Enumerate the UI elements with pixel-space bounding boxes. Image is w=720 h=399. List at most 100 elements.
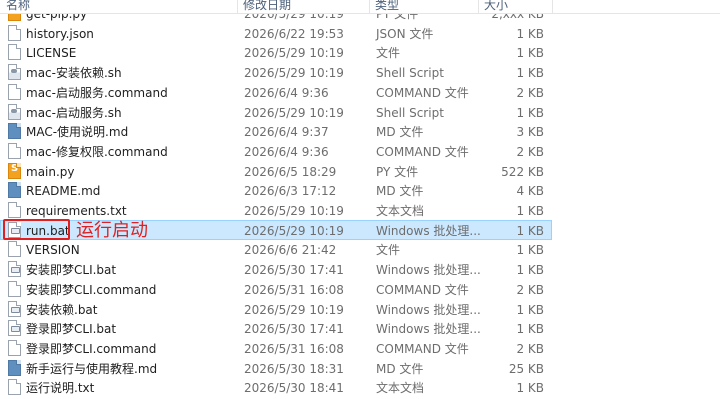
annotation-label: 运行启动 [76, 220, 148, 241]
file-name: history.json [26, 26, 94, 41]
file-row[interactable]: mac-安装依赖.sh 2026/5/29 10:19 Shell Script 1 … [0, 62, 552, 82]
file-size: 3 KB [516, 125, 544, 140]
file-size: 1 KB [516, 66, 544, 81]
py-file-icon [8, 162, 21, 179]
batch-file-icon [8, 320, 21, 337]
file-type: 文件 [376, 46, 401, 61]
column-divider[interactable] [369, 0, 370, 13]
file-date: 2026/5/30 17:41 [244, 263, 344, 278]
column-date-header[interactable]: 修改日期 [243, 0, 291, 13]
file-date: 2026/6/6 21:42 [244, 243, 337, 258]
file-type: 文件 [376, 243, 401, 258]
script-file-icon [8, 103, 21, 120]
file-date: 2026/5/31 16:08 [244, 341, 344, 356]
file-icon [8, 202, 21, 218]
file-row[interactable]: 新手运行与使用教程.md 2026/5/30 18:31 MD 文件 25 KB [0, 358, 552, 378]
file-date: 2026/5/29 10:19 [244, 204, 344, 218]
file-date: 2026/5/29 10:19 [244, 302, 344, 317]
column-divider[interactable] [552, 0, 553, 13]
column-divider[interactable] [237, 0, 238, 13]
markdown-file-icon [8, 359, 21, 376]
file-name: LICENSE [26, 46, 77, 61]
file-row[interactable]: mac-启动服务.command 2026/6/4 9:36 COMMAND 文件 2… [0, 82, 552, 102]
file-name: 安装依赖.bat [26, 302, 98, 317]
file-name: mac-安装依赖.sh [26, 66, 122, 81]
file-type: 文本文档 [376, 381, 425, 396]
file-type: MD 文件 [376, 184, 424, 199]
batch-file-icon [8, 261, 21, 278]
file-row[interactable]: 登录即梦CLI.command 2026/5/31 16:08 COMMAND 文件… [0, 338, 552, 358]
file-row[interactable]: mac-启动服务.sh 2026/5/29 10:19 Shell Script 1 … [0, 102, 552, 122]
file-name: 安装即梦CLI.command [26, 282, 157, 297]
file-name: mac-启动服务.sh [26, 105, 122, 120]
file-row[interactable]: mac-修复权限.command 2026/6/4 9:36 COMMAND 文件 2… [0, 141, 552, 161]
file-name: 登录即梦CLI.bat [26, 322, 117, 337]
file-size: 1 KB [516, 302, 544, 317]
file-date: 2026/6/5 18:29 [244, 164, 337, 179]
file-type: Shell Script [376, 105, 444, 120]
file-type: MD 文件 [376, 361, 424, 376]
annotation-highlight-box [3, 219, 70, 240]
file-row[interactable]: LICENSE 2026/5/29 10:19 文件 1 KB [0, 42, 552, 62]
file-type: PY 文件 [376, 164, 419, 179]
file-name: VERSION [26, 243, 80, 258]
file-type: Windows 批处理... [376, 322, 481, 337]
markdown-file-icon [8, 123, 21, 140]
file-size: 1 KB [516, 223, 544, 238]
file-size: 1 KB [516, 105, 544, 120]
file-size: 522 KB [501, 164, 544, 179]
file-row[interactable]: 安装依赖.bat 2026/5/29 10:19 Windows 批处理... 1 K… [0, 299, 552, 319]
file-icon [8, 142, 21, 159]
column-type-header[interactable]: 类型 [375, 0, 399, 13]
script-file-icon [8, 64, 21, 81]
column-name-header[interactable]: 名称 [6, 0, 30, 13]
file-size: 25 KB [508, 361, 544, 376]
file-date: 2026/6/4 9:37 [244, 125, 329, 140]
file-date: 2026/5/30 18:31 [244, 361, 344, 376]
file-name: MAC-使用说明.md [26, 125, 129, 140]
file-type: COMMAND 文件 [376, 341, 469, 356]
file-row[interactable]: main.py 2026/6/5 18:29 PY 文件 522 KB [0, 161, 552, 181]
file-size: 1 KB [516, 263, 544, 278]
file-name: main.py [26, 164, 75, 179]
markdown-file-icon [8, 182, 21, 199]
file-type: COMMAND 文件 [376, 85, 469, 100]
file-row[interactable]: MAC-使用说明.md 2026/6/4 9:37 MD 文件 3 KB [0, 121, 552, 141]
file-row[interactable]: VERSION 2026/6/6 21:42 文件 1 KB [0, 239, 552, 259]
file-type: Windows 批处理... [376, 302, 481, 317]
file-name: mac-启动服务.command [26, 85, 168, 100]
column-size-header[interactable]: 大小 [484, 0, 508, 13]
file-row[interactable]: 登录即梦CLI.bat 2026/5/30 17:41 Windows 批处理...… [0, 318, 552, 338]
file-name: mac-修复权限.command [26, 144, 168, 159]
file-row[interactable]: history.json 2026/6/22 19:53 JSON 文件 1 KB [0, 23, 552, 43]
file-date: 2026/5/30 17:41 [244, 322, 344, 337]
file-type: COMMAND 文件 [376, 282, 469, 297]
file-type: Shell Script [376, 66, 444, 81]
file-type: 文本文档 [376, 204, 425, 218]
file-name: 登录即梦CLI.command [26, 341, 157, 356]
file-size: 4 KB [516, 184, 544, 199]
file-icon [8, 24, 21, 41]
file-row[interactable]: 运行说明.txt 2026/5/30 18:41 文本文档 1 KB [0, 377, 552, 397]
file-icon [8, 280, 21, 297]
file-row[interactable]: 安装即梦CLI.bat 2026/5/30 17:41 Windows 批处理...… [0, 259, 552, 279]
file-icon [8, 83, 21, 100]
file-date: 2026/6/4 9:36 [244, 144, 329, 159]
file-icon [8, 339, 21, 356]
file-size: 2 KB [516, 85, 544, 100]
file-size: 2 KB [516, 282, 544, 297]
file-name: 安装即梦CLI.bat [26, 263, 117, 278]
column-header: 名称 修改日期 类型 大小 [0, 0, 720, 14]
file-size: 2 KB [516, 144, 544, 159]
file-date: 2026/6/3 17:12 [244, 184, 337, 199]
file-name: 运行说明.txt [26, 381, 95, 396]
file-row[interactable]: 安装即梦CLI.command 2026/5/31 16:08 COMMAND 文件… [0, 279, 552, 299]
file-name: 新手运行与使用教程.md [26, 361, 158, 376]
column-divider[interactable] [478, 0, 479, 13]
file-row[interactable]: README.md 2026/6/3 17:12 MD 文件 4 KB [0, 180, 552, 200]
file-type: COMMAND 文件 [376, 144, 469, 159]
file-size: 1 KB [516, 46, 544, 61]
file-date: 2026/5/31 16:08 [244, 282, 344, 297]
file-date: 2026/5/29 10:19 [244, 66, 344, 81]
file-icon [8, 44, 21, 61]
